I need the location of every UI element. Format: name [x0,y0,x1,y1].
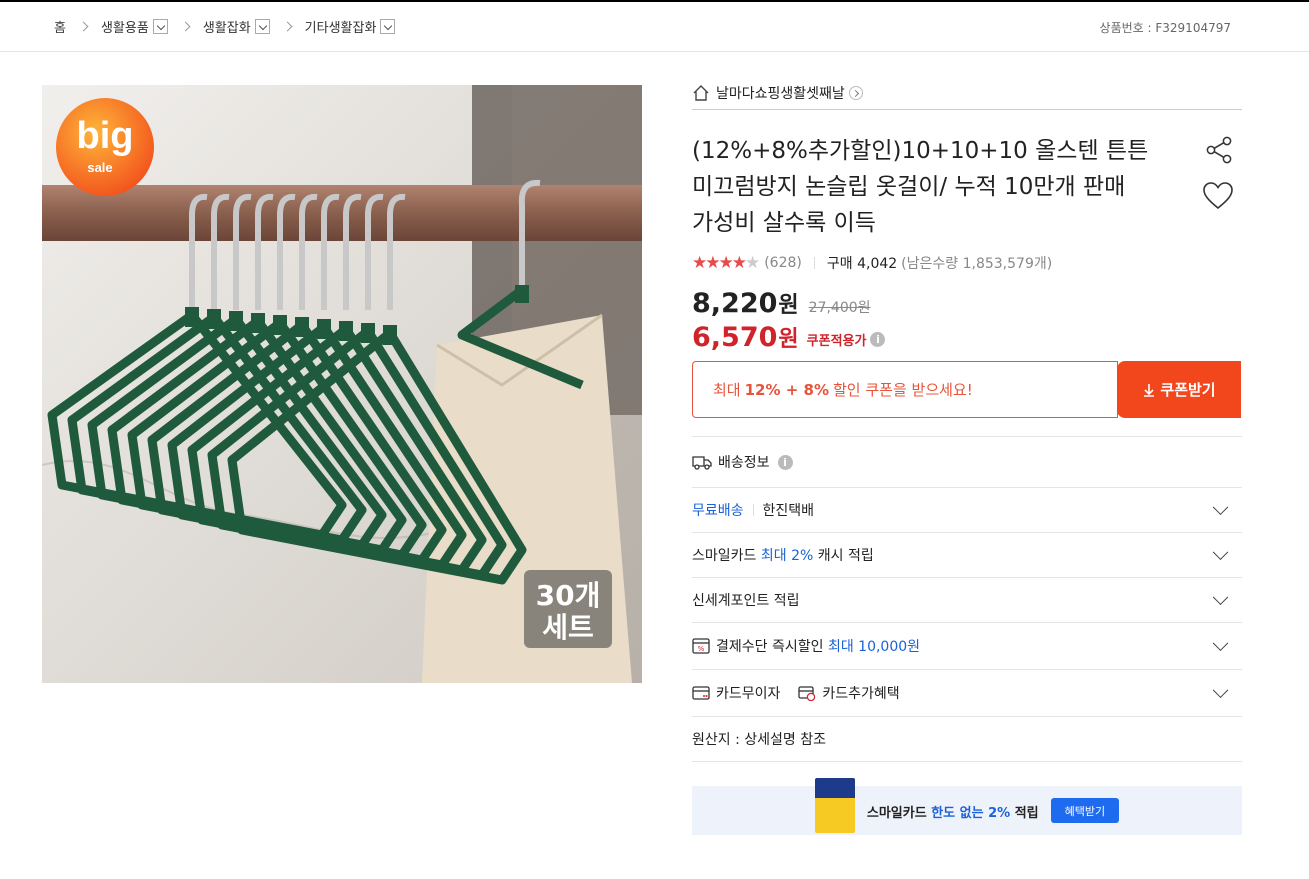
coupon-text-after: 할인 쿠폰을 받으세요! [833,381,973,399]
share-icon[interactable] [1204,135,1234,165]
banner-text-post: 적립 [1014,806,1039,821]
product-info: 날마다쇼핑생활셋째날 (12%+8%추가할인)10+10+10 올스텐 튼튼 미… [692,80,1242,835]
set-label-line1: 30개 [536,579,601,612]
delivery-heading: 배송정보 [718,455,770,471]
shinsegae-point-row[interactable]: 신세계포인트 적립 [692,578,1242,623]
dropdown-toggle-icon[interactable] [254,19,270,34]
product-number: 상품번호 : F329104797 [1099,21,1231,35]
divider [813,257,815,269]
hanger-illustration: big sale 30개 세트 [42,85,642,683]
shop-name: 날마다쇼핑생활셋째날 [716,85,845,102]
card-icon [692,686,710,700]
installment-label: 카드무이자 [716,686,781,702]
origin-label: 원산지 : 상세설명 참조 [692,732,826,748]
coupon-price-label: 쿠폰적용가 [806,333,867,349]
remaining-stock: (남은수량 1,853,579개) [901,256,1053,272]
product-image[interactable]: big sale 30개 세트 [42,85,642,683]
store-home-icon [693,84,709,101]
payment-discount-row[interactable]: % 결제수단 즉시할인 최대 10,000원 [692,623,1242,670]
chevron-down-icon[interactable] [1212,635,1229,652]
breadcrumb-home[interactable]: 홈 [54,17,66,36]
badge-big-text: big [77,115,134,157]
star-rating: ★★★★★ [692,253,760,273]
courier-name: 한진택배 [762,503,815,519]
shop-link[interactable]: 날마다쇼핑생활셋째날 [692,82,1242,110]
sale-price: 8,220 [692,288,778,319]
chevron-right-icon [282,21,293,32]
chevron-right-icon [848,85,863,100]
dropdown-toggle-icon[interactable] [152,19,168,34]
original-price: 27,400원 [808,300,871,316]
smilecard-banner[interactable]: 스마일카드 한도 없는 2% 적립 혜택받기 [692,778,1242,835]
banner-text: 스마일카드 한도 없는 2% 적립 [867,802,1039,821]
dropdown-toggle-icon[interactable] [380,19,396,34]
chevron-down-icon[interactable] [1212,544,1229,561]
badge-sale-text: sale [87,160,112,175]
get-benefit-button[interactable]: 혜택받기 [1050,798,1120,823]
heart-icon[interactable] [1202,181,1234,211]
chevron-right-icon [180,21,191,32]
info-icon[interactable]: i [777,454,793,470]
breadcrumb: 홈 생활용품 생활잡화 기타생활잡화 [54,17,396,36]
title-area: (12%+8%추가할인)10+10+10 올스텐 튼튼 미끄럼방지 논슬립 옷걸… [692,133,1242,241]
get-coupon-label: 쿠폰받기 [1160,381,1216,399]
payment-discount-label: 결제수단 즉시할인 [716,639,824,655]
payment-discount-highlight: 최대 10,000원 [827,639,921,655]
price-unit: 원 [778,327,799,352]
info-icon[interactable]: i [870,331,886,347]
set-label-line2: 세트 [542,611,594,644]
free-shipping: 무료배송 [692,503,744,519]
smilecard-suffix: 캐시 적립 [817,548,874,564]
origin-row: 원산지 : 상세설명 참조 [692,717,1242,762]
card-benefit-label: 카드추가혜택 [822,686,900,702]
svg-text:%: % [698,645,705,653]
sale-price-row: 8,220 원 27,400원 [692,287,1242,319]
truck-icon [692,456,712,470]
shinsegae-label: 신세계포인트 적립 [692,593,800,609]
coupon-message: 최대 12% + 8% 할인 쿠폰을 받으세요! [692,361,1118,418]
coupon-text-bold: 12% + 8% [744,380,829,399]
coupon-text-before: 최대 [713,381,741,399]
shipping-row[interactable]: 무료배송 한진택배 [692,488,1242,533]
card-benefit-row[interactable]: 카드무이자 카드추가혜택 [692,670,1242,717]
breadcrumb-label: 생활잡화 [202,21,251,36]
coupon-row: 최대 12% + 8% 할인 쿠폰을 받으세요! 쿠폰받기 [692,361,1242,418]
delivery-info-header: 배송정보 i [692,436,1242,488]
chevron-right-icon [78,21,89,32]
download-icon [1144,383,1155,397]
rating-row: ★★★★★ (628) 구매 4,042 (남은수량 1,853,579개) [692,253,1242,273]
chevron-down-icon[interactable] [1212,589,1229,606]
coupon-price: 6,570 [692,321,778,353]
breadcrumb-bar: 홈 생활용품 생활잡화 기타생활잡화 상품번호 : F329104797 [0,2,1309,52]
smilecard-image [814,778,855,833]
price-unit: 원 [778,293,799,318]
card-plus-icon [798,686,816,701]
product-title: (12%+8%추가할인)10+10+10 올스텐 튼튼 미끄럼방지 논슬립 옷걸… [692,138,1149,236]
banner-text-pre: 스마일카드 [866,806,927,821]
smilecard-highlight: 최대 2% [760,548,814,564]
banner-text-highlight: 한도 없는 2% [931,806,1011,821]
breadcrumb-label: 기타생활잡화 [304,21,377,36]
coupon-price-row: 6,570 원 쿠폰적용가 i [692,321,1242,353]
review-count[interactable]: (628) [764,255,802,271]
purchase-count: 구매 4,042 [826,256,898,272]
breadcrumb-item-3[interactable]: 기타생활잡화 [305,17,396,36]
smilecard-row[interactable]: 스마일카드 최대 2% 캐시 적립 [692,533,1242,578]
get-coupon-button[interactable]: 쿠폰받기 [1117,361,1241,418]
chevron-down-icon[interactable] [1212,499,1229,516]
smilecard-label: 스마일카드 [692,548,757,564]
divider [752,504,754,516]
breadcrumb-label: 생활용품 [100,21,149,36]
breadcrumb-item-1[interactable]: 생활용품 [101,17,168,36]
breadcrumb-item-2[interactable]: 생활잡화 [203,17,270,36]
chevron-down-icon[interactable] [1212,682,1229,699]
payment-discount-icon: % [692,638,710,654]
